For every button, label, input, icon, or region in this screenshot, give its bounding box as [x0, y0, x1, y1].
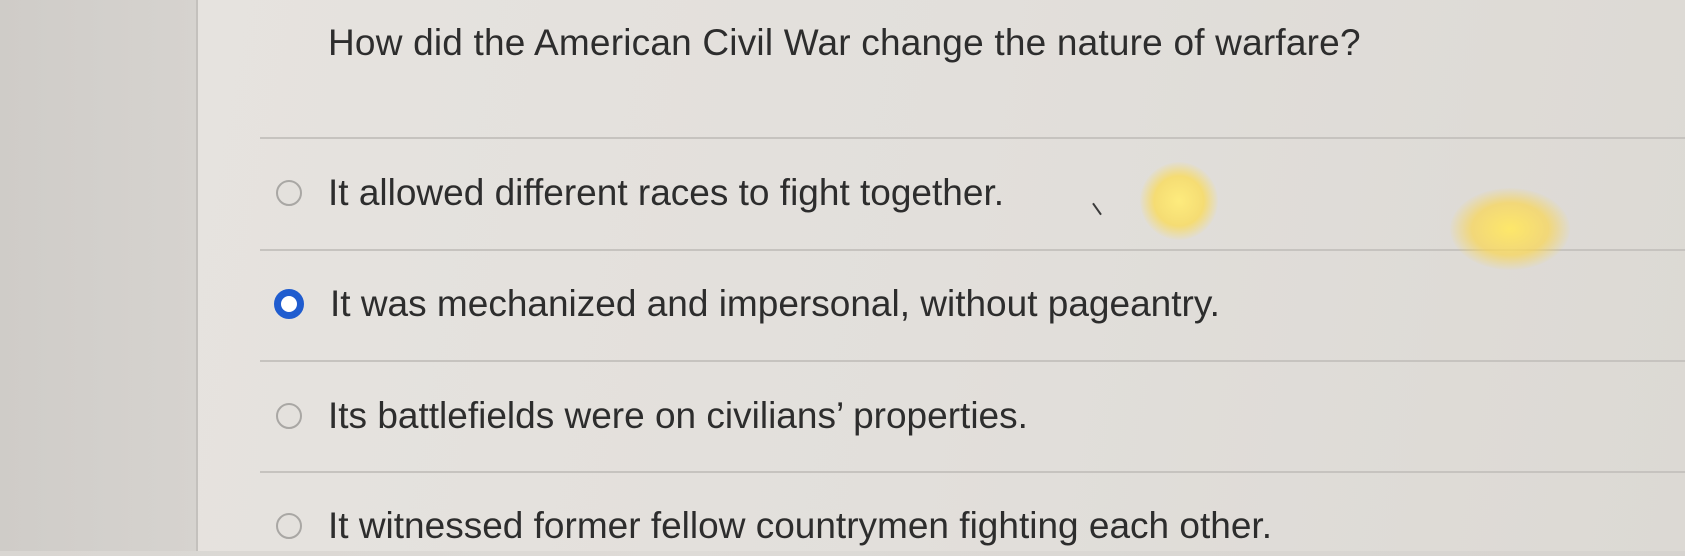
radio-button-option-4[interactable]	[276, 513, 302, 539]
divider	[260, 137, 1685, 139]
answer-option-2[interactable]: It was mechanized and impersonal, withou…	[274, 274, 1685, 334]
radio-button-option-1[interactable]	[276, 180, 302, 206]
answer-option-3[interactable]: Its battlefields were on civilians’ prop…	[276, 386, 1685, 446]
answer-option-4[interactable]: It witnessed former fellow countrymen fi…	[276, 496, 1685, 556]
option-4-label: It witnessed former fellow countrymen fi…	[328, 505, 1272, 546]
option-2-label: It was mechanized and impersonal, withou…	[330, 283, 1220, 324]
divider	[260, 471, 1685, 473]
left-panel	[0, 0, 198, 551]
quiz-panel: How did the American Civil War change th…	[198, 0, 1685, 551]
radio-button-option-2-selected[interactable]	[274, 289, 304, 319]
option-3-label: Its battlefields were on civilians’ prop…	[328, 395, 1028, 436]
answer-option-1[interactable]: It allowed different races to fight toge…	[276, 163, 1685, 223]
divider	[260, 249, 1685, 251]
radio-button-option-3[interactable]	[276, 403, 302, 429]
divider	[260, 360, 1685, 362]
option-1-label: It allowed different races to fight toge…	[328, 172, 1005, 213]
question-text: How did the American Civil War change th…	[328, 22, 1361, 63]
